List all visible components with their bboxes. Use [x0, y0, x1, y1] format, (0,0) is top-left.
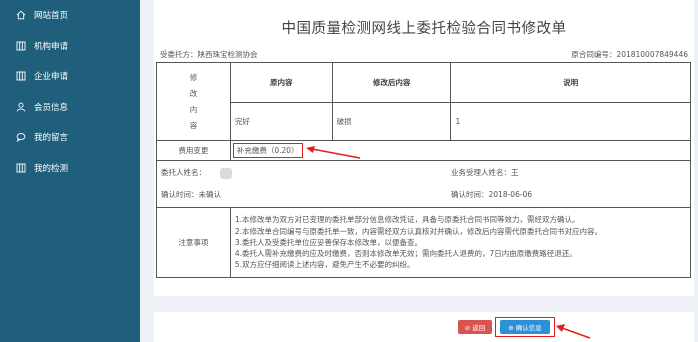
principal-name: 委托人姓名： — [161, 167, 232, 179]
sidebar-item-my-tests[interactable]: 我的检测 — [0, 153, 140, 183]
confirm-time-client: 确认时间：未确认 — [161, 190, 221, 199]
modified-value: 破损 — [331, 102, 452, 141]
header-modified: 修改后内容 — [331, 62, 452, 103]
confirmation-block: 委托人姓名： 业务受理人姓名：王 确认时间：未确认 确认时间：2018-06-0… — [156, 160, 691, 208]
sidebar-item-home[interactable]: 网站首页 — [0, 0, 140, 30]
sidebar-item-label: 网站首页 — [34, 11, 69, 21]
notes-content: 1.本修改单为双方对已变理的委托单部分信息修改凭证，具备与原委托合同书同等效力，… — [229, 207, 692, 278]
modification-form: 中国质量检测网线上委托检验合同书修改单 受委托方：陕西珠宝检测协会 原合同编号：… — [154, 0, 694, 296]
chat-icon — [14, 132, 28, 142]
header-note: 说明 — [450, 62, 691, 103]
modify-content-label: 修 改 内 容 — [156, 62, 231, 141]
action-bar: ⊘ 返回 ⊕ 确认信息 — [154, 312, 694, 342]
sidebar-item-member-info[interactable]: 会员信息 — [0, 92, 140, 122]
sidebar-item-label: 我的检测 — [34, 164, 69, 174]
header-original: 原内容 — [229, 62, 333, 103]
sidebar-item-label: 企业申请 — [34, 72, 69, 82]
sidebar: 网站首页 机构申请 企业申请 会员信息 我的留言 我的检测 — [0, 0, 140, 342]
page-title: 中国质量检测网线上委托检验合同书修改单 — [281, 21, 567, 37]
original-value: 完好 — [229, 102, 333, 141]
sidebar-item-institution-apply[interactable]: 机构申请 — [0, 31, 140, 61]
modification-table: 修 改 内 容 原内容 修改后内容 说明 完好 破损 1 费用变更 补充缴费（0… — [156, 62, 692, 278]
annotation-arrow-icon — [306, 146, 361, 159]
columns-icon — [14, 71, 28, 81]
sidebar-item-label: 我的留言 — [34, 133, 69, 143]
columns-icon — [14, 163, 28, 173]
back-button[interactable]: ⊘ 返回 — [458, 320, 492, 334]
confirm-time-handler: 确认时间：2018-06-06 — [451, 190, 533, 199]
notes-label: 注意事项 — [156, 207, 231, 278]
main-content: 中国质量检测网线上委托检验合同书修改单 受委托方：陕西珠宝检测协会 原合同编号：… — [140, 0, 698, 342]
sidebar-item-label: 会员信息 — [34, 103, 69, 113]
home-icon — [14, 10, 28, 20]
client-label: 受委托方：陕西珠宝检测协会 — [160, 50, 258, 59]
sidebar-item-label: 机构申请 — [34, 42, 69, 52]
fee-change-cell: 补充缴费（0.20） — [229, 140, 692, 161]
fee-change-value: 补充缴费（0.20） — [232, 143, 303, 158]
handler-name: 业务受理人姓名：王 — [451, 168, 519, 177]
contract-number: 原合同编号：201810007849446 — [571, 50, 688, 59]
sidebar-item-my-messages[interactable]: 我的留言 — [0, 122, 140, 152]
confirm-info-button[interactable]: ⊕ 确认信息 — [500, 320, 550, 334]
note-value: 1 — [450, 102, 691, 141]
fee-change-label: 费用变更 — [156, 140, 231, 161]
user-icon — [14, 102, 28, 112]
annotation-arrow-icon — [556, 324, 591, 339]
redacted-name — [220, 167, 232, 179]
columns-icon — [14, 41, 28, 51]
sidebar-item-enterprise-apply[interactable]: 企业申请 — [0, 61, 140, 91]
